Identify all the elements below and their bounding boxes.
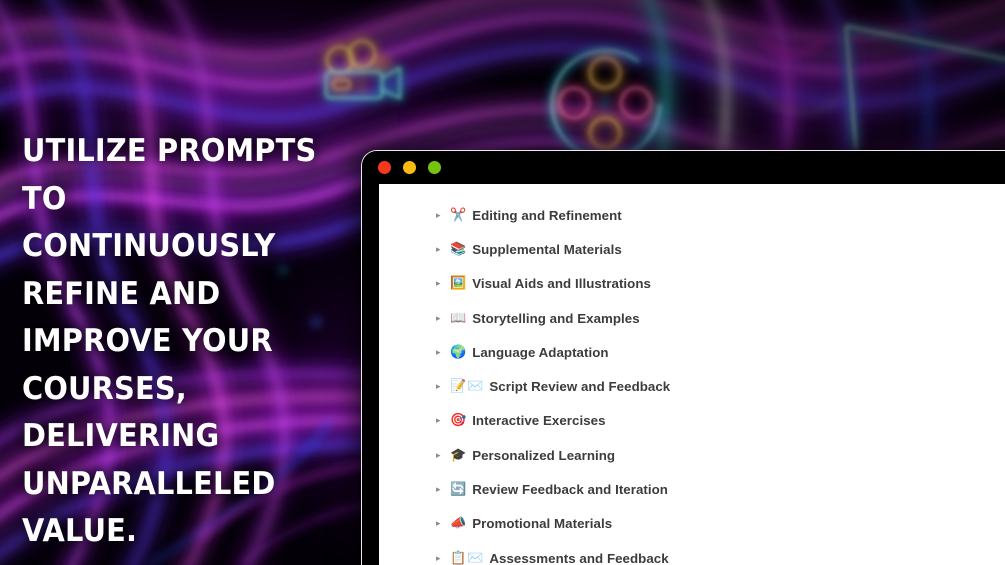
window-content: ▸ ✂️ Editing and Refinement ▸ 📚 Supplemental … <box>379 184 1005 565</box>
screenshot-root: Utilize prompts to continuously refine a… <box>0 0 1005 565</box>
disclosure-triangle-icon[interactable]: ▸ <box>436 347 450 357</box>
list-item[interactable]: ▸ 📝✉️ Script Review and Feedback <box>379 369 1005 403</box>
list-item-label: Review Feedback and Iteration <box>472 482 668 498</box>
list-item-label: Script Review and Feedback <box>489 379 671 395</box>
disclosure-triangle-icon[interactable]: ▸ <box>436 416 450 425</box>
list-item[interactable]: ▸ 📋✉️ Assessments and Feedback <box>379 541 1005 565</box>
list-item-label: Editing and Refinement <box>472 207 622 223</box>
prompt-category-list: ▸ ✂️ Editing and Refinement ▸ 📚 Supplemental … <box>379 198 1005 565</box>
disclosure-triangle-icon[interactable]: ▸ <box>436 313 450 323</box>
disclosure-triangle-icon[interactable]: ▸ <box>436 244 450 254</box>
disclosure-triangle-icon[interactable]: ▸ <box>436 279 450 288</box>
disclosure-triangle-icon[interactable]: ▸ <box>436 450 450 460</box>
disclosure-triangle-icon[interactable]: ▸ <box>436 553 450 563</box>
window-titlebar <box>362 151 1005 183</box>
list-item[interactable]: ▸ 🎓 Personalized Learning <box>379 438 1005 472</box>
list-item[interactable]: ▸ 🎯 Interactive Exercises <box>379 404 1005 438</box>
list-item-label: Interactive Exercises <box>472 413 606 429</box>
list-item-label: Assessments and Feedback <box>489 550 669 565</box>
list-item-label: Visual Aids and Illustrations <box>472 276 651 292</box>
list-item-emoji-icon: 🌍 <box>450 344 468 360</box>
list-item-emoji-icon: 📖 <box>450 310 468 326</box>
browser-window: ▸ ✂️ Editing and Refinement ▸ 📚 Supplemental … <box>361 150 1005 565</box>
minimize-button[interactable] <box>403 160 416 174</box>
list-item[interactable]: ▸ 🌍 Language Adaptation <box>379 335 1005 369</box>
list-item[interactable]: ▸ 🔄 Review Feedback and Iteration <box>379 472 1005 506</box>
disclosure-triangle-icon[interactable]: ▸ <box>436 382 450 391</box>
list-item-label: Supplemental Materials <box>472 241 622 257</box>
list-item[interactable]: ▸ 📣 Promotional Materials <box>379 507 1005 541</box>
list-item-label: Promotional Materials <box>472 516 613 532</box>
list-item-emoji-icon: 📋✉️ <box>450 550 485 565</box>
zoom-button[interactable] <box>428 160 441 174</box>
close-button[interactable] <box>378 160 391 174</box>
list-item-emoji-icon: ✂️ <box>450 207 468 223</box>
page-headline: Utilize prompts to continuously refine a… <box>22 133 317 549</box>
disclosure-triangle-icon[interactable]: ▸ <box>436 210 450 220</box>
list-item-emoji-icon: 📚 <box>450 241 468 257</box>
list-item-emoji-icon: 🖼️ <box>450 276 468 292</box>
list-item-emoji-icon: 📣 <box>450 516 468 532</box>
list-item[interactable]: ▸ 📚 Supplemental Materials <box>379 232 1005 266</box>
disclosure-triangle-icon[interactable]: ▸ <box>436 485 450 494</box>
list-item-emoji-icon: 🎯 <box>450 413 468 429</box>
list-item[interactable]: ▸ 🖼️ Visual Aids and Illustrations <box>379 267 1005 301</box>
list-item-emoji-icon: 🎓 <box>450 447 468 463</box>
list-item[interactable]: ▸ ✂️ Editing and Refinement <box>379 198 1005 232</box>
list-item[interactable]: ▸ 📖 Storytelling and Examples <box>379 301 1005 335</box>
disclosure-triangle-icon[interactable]: ▸ <box>436 519 450 528</box>
list-item-label: Personalized Learning <box>472 447 616 463</box>
list-item-emoji-icon: 📝✉️ <box>450 379 485 395</box>
list-item-emoji-icon: 🔄 <box>450 482 468 498</box>
list-item-label: Language Adaptation <box>472 344 609 360</box>
list-item-label: Storytelling and Examples <box>472 310 640 326</box>
